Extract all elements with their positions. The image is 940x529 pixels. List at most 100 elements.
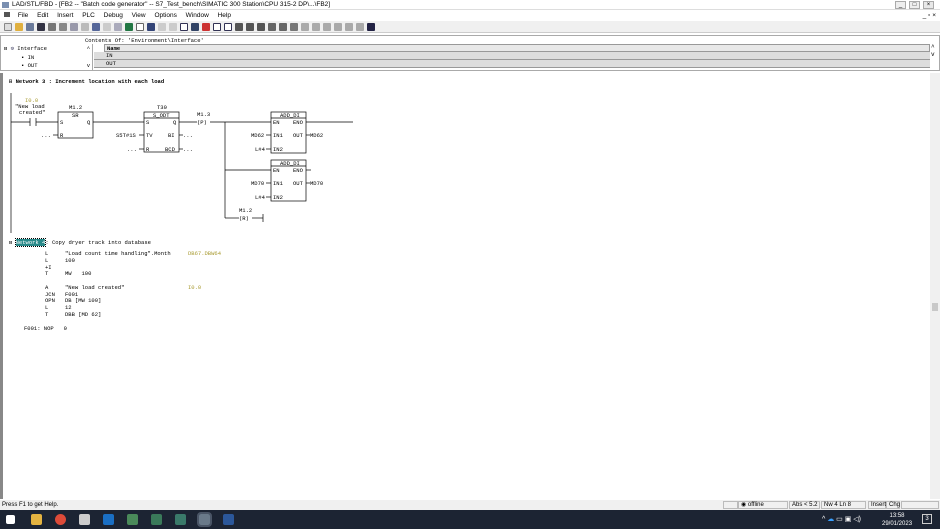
box-icon[interactable] bbox=[279, 22, 287, 31]
timer-bi-output[interactable]: ... bbox=[183, 132, 193, 139]
timer-bcd-output[interactable]: ... bbox=[183, 146, 193, 153]
copy-icon[interactable] bbox=[70, 22, 78, 31]
add1-in1-operand[interactable]: MD62 bbox=[251, 132, 264, 139]
explorer-icon[interactable] bbox=[31, 514, 42, 525]
add2-in2-operand[interactable]: L#4 bbox=[255, 194, 266, 201]
stl-line[interactable]: A bbox=[45, 284, 48, 291]
fbd-icon[interactable] bbox=[257, 22, 265, 31]
load-icon[interactable] bbox=[125, 22, 133, 31]
menu-edit[interactable]: Edit bbox=[37, 12, 48, 19]
menu-window[interactable]: Window bbox=[186, 12, 209, 19]
window2-icon[interactable] bbox=[224, 22, 232, 31]
tree-item-interface[interactable]: ⊟ ⚙ Interface bbox=[4, 45, 47, 52]
netpro-icon[interactable] bbox=[175, 514, 186, 525]
branch-icon[interactable] bbox=[268, 22, 276, 31]
new-icon[interactable] bbox=[4, 22, 12, 31]
stl-line[interactable]: L bbox=[45, 257, 48, 264]
sr-r-input[interactable]: ... bbox=[41, 132, 51, 139]
details-icon[interactable] bbox=[191, 22, 199, 31]
menu-plc[interactable]: PLC bbox=[82, 12, 95, 19]
overview-icon[interactable] bbox=[180, 22, 188, 31]
help-icon[interactable] bbox=[367, 22, 375, 31]
window-icon[interactable] bbox=[213, 22, 221, 31]
paste-icon[interactable] bbox=[81, 22, 89, 31]
timer-tv-input[interactable]: S5T#1S bbox=[116, 132, 137, 139]
contact-i0-0[interactable] bbox=[29, 118, 37, 126]
add2-out-operand[interactable]: MD70 bbox=[310, 180, 323, 187]
print-icon[interactable] bbox=[48, 22, 56, 31]
close-branch-icon[interactable] bbox=[345, 22, 353, 31]
menu-help[interactable]: Help bbox=[218, 12, 231, 19]
outlook-icon[interactable] bbox=[103, 514, 114, 525]
contact-icon[interactable] bbox=[301, 22, 309, 31]
menu-view[interactable]: View bbox=[132, 12, 146, 19]
stl-label-line[interactable]: F001: NOP 0 bbox=[24, 325, 67, 332]
svg-text:EN: EN bbox=[273, 167, 280, 174]
simatic-manager-icon[interactable] bbox=[151, 514, 162, 525]
add1-in2-operand[interactable]: L#4 bbox=[255, 146, 266, 153]
menu-debug[interactable]: Debug bbox=[104, 12, 123, 19]
compare-icon[interactable] bbox=[158, 22, 166, 31]
save-icon[interactable] bbox=[37, 22, 45, 31]
mdi-controls[interactable]: _ ▫ × bbox=[923, 10, 936, 21]
calculator-icon[interactable] bbox=[79, 514, 90, 525]
symbol-icon[interactable] bbox=[202, 22, 210, 31]
stl-icon[interactable] bbox=[246, 22, 254, 31]
network4-label[interactable]: Network 4 bbox=[14, 238, 47, 247]
timer-r-input[interactable]: ... bbox=[127, 146, 137, 153]
column-header-name[interactable]: Name bbox=[104, 44, 930, 52]
notification-icon[interactable]: 3 bbox=[922, 514, 932, 524]
monitor-icon[interactable] bbox=[114, 22, 122, 31]
menu-insert[interactable]: Insert bbox=[57, 12, 73, 19]
svg-text:EN: EN bbox=[273, 119, 280, 126]
add1-out-operand[interactable]: MD62 bbox=[310, 132, 323, 139]
open-icon[interactable] bbox=[15, 22, 23, 31]
table-scroll[interactable]: ^ v bbox=[931, 44, 935, 58]
clock[interactable]: 13:58 29/01/2023 bbox=[882, 512, 912, 528]
empty-box-icon[interactable] bbox=[323, 22, 331, 31]
network-icon[interactable] bbox=[147, 22, 155, 31]
word-icon[interactable] bbox=[223, 514, 234, 525]
lad-icon[interactable] bbox=[235, 22, 243, 31]
coil-p[interactable]: (P) bbox=[197, 119, 207, 126]
tree-item-out[interactable]: ▪ OUT bbox=[21, 62, 38, 69]
coil-r[interactable]: (R) bbox=[239, 215, 249, 222]
frame-icon[interactable] bbox=[136, 22, 144, 31]
scroll-thumb[interactable] bbox=[932, 303, 938, 311]
connection-icon[interactable] bbox=[356, 22, 364, 31]
stl-line[interactable]: L bbox=[45, 304, 48, 311]
title-bar: LAD/STL/FBD - [FB2 -- "Batch code genera… bbox=[0, 0, 940, 10]
open-branch-icon[interactable] bbox=[334, 22, 342, 31]
table-row-out[interactable]: OUT bbox=[94, 60, 930, 68]
stl-line[interactable]: T bbox=[45, 270, 48, 277]
download-icon[interactable] bbox=[26, 22, 34, 31]
tree-scroll-down[interactable]: v bbox=[87, 62, 90, 69]
lad-stl-fbd-icon[interactable] bbox=[197, 512, 212, 527]
redo-icon[interactable] bbox=[103, 22, 111, 31]
coil-icon[interactable] bbox=[312, 22, 320, 31]
tray-icons[interactable]: ^ ☁ ▭ ▣ ◁) bbox=[822, 515, 861, 523]
add2-in1-operand[interactable]: MD70 bbox=[251, 180, 264, 187]
start-icon[interactable] bbox=[6, 515, 15, 524]
minimize-button[interactable]: _ bbox=[895, 1, 906, 9]
stl-line[interactable]: T bbox=[45, 311, 48, 318]
stl-line[interactable]: L bbox=[45, 250, 48, 257]
chrome-icon[interactable] bbox=[55, 514, 66, 525]
undo-icon[interactable] bbox=[92, 22, 100, 31]
tree-scroll-up[interactable]: ^ bbox=[87, 45, 90, 52]
status-help: Press F1 to get Help. bbox=[2, 502, 59, 508]
table-row-in[interactable]: IN bbox=[94, 52, 930, 60]
cut-icon[interactable] bbox=[59, 22, 67, 31]
close-button[interactable]: × bbox=[923, 1, 934, 9]
sr-address: M1.2 bbox=[69, 104, 82, 111]
menu-options[interactable]: Options bbox=[154, 12, 176, 19]
doc-icon bbox=[4, 12, 10, 17]
stl-line[interactable]: OPN bbox=[45, 297, 55, 304]
maximize-button[interactable]: □ bbox=[909, 1, 920, 9]
menu-file[interactable]: File bbox=[18, 12, 28, 19]
tree-item-in[interactable]: ▪ IN bbox=[21, 54, 34, 61]
simatic-icon[interactable] bbox=[127, 514, 138, 525]
jump-icon[interactable] bbox=[169, 22, 177, 31]
nc-contact-icon[interactable] bbox=[290, 22, 298, 31]
vertical-scrollbar[interactable] bbox=[930, 73, 940, 499]
